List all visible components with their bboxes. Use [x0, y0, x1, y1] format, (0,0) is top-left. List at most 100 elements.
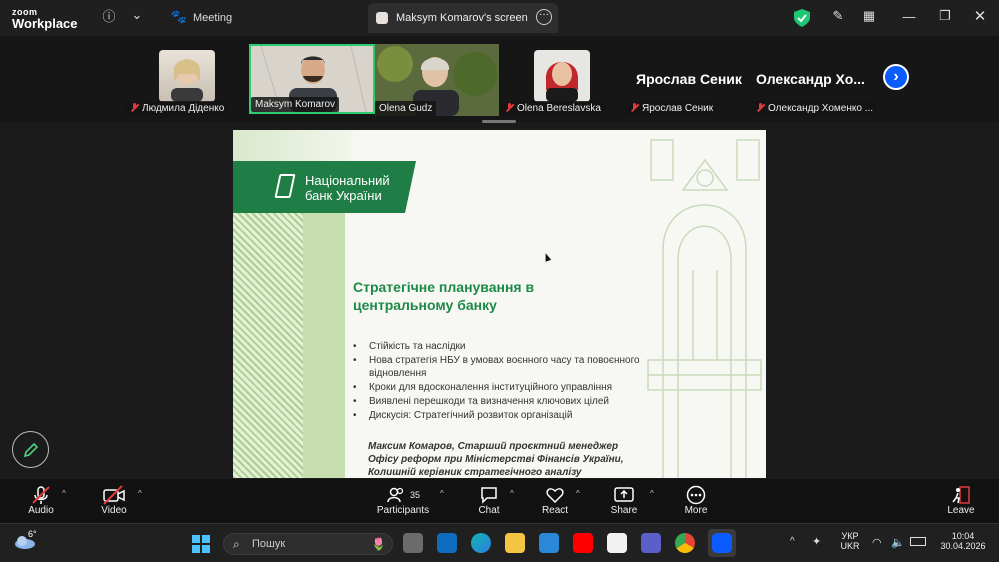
outlook-icon[interactable] [437, 533, 457, 553]
chat-options-caret[interactable]: ^ [510, 489, 514, 498]
chevron-right-icon: › [893, 68, 899, 85]
pencil-icon [23, 442, 38, 457]
participants-count: 35 [409, 490, 420, 500]
participant-name: Maksym Komarov [251, 97, 340, 112]
clock[interactable]: 10:04 30.04.2026 [936, 531, 990, 551]
minimize-icon[interactable]: — [898, 5, 920, 27]
weather-widget[interactable]: 6° [14, 529, 37, 555]
bank-name-line1: Національний [305, 173, 390, 188]
wikipedia-icon[interactable] [607, 533, 627, 553]
close-icon[interactable]: ✕ [969, 5, 991, 27]
participants-icon: 35 [372, 485, 434, 505]
restore-icon[interactable]: ❐ [934, 5, 956, 27]
tulips-icon: 🌷 [371, 537, 386, 551]
mic-muted-icon [22, 485, 60, 505]
volume-icon[interactable]: 🔈 [891, 536, 905, 549]
more-button[interactable]: More [682, 485, 710, 516]
participants-options-caret[interactable]: ^ [440, 489, 444, 498]
participant-tile-active[interactable]: Maksym Komarov [249, 44, 375, 114]
edge-icon[interactable] [471, 533, 491, 553]
react-button[interactable]: React [540, 485, 570, 516]
bullet-item: Нова стратегія НБУ в умовах воєнного час… [353, 354, 643, 380]
slide-pattern [233, 210, 303, 478]
more-dots-icon [682, 485, 710, 505]
youtube-icon[interactable] [573, 533, 593, 553]
bullet-item: Стійкість та наслідки [353, 340, 643, 353]
participant-tile[interactable]: Olena Bereslavska [501, 44, 605, 116]
file-explorer-icon[interactable] [505, 533, 525, 553]
tray-overflow-icon[interactable]: ^ [790, 536, 795, 547]
participant-tile[interactable]: Олександр Хо... Олександр Хоменко ... [750, 44, 876, 116]
view-grid-icon[interactable]: ▦ [858, 5, 880, 27]
leave-button[interactable]: Leave [946, 485, 976, 516]
screen-share-tab[interactable]: Maksym Komarov's screen ··· [368, 3, 558, 33]
share-button[interactable]: Share [608, 485, 640, 516]
meeting-label[interactable]: Meeting [193, 12, 232, 24]
chat-button[interactable]: Chat [474, 485, 504, 516]
muted-mic-icon [630, 103, 639, 112]
weather-temp: 6° [28, 529, 37, 539]
annotate-pen-icon[interactable]: ✎ [827, 5, 849, 27]
audio-button[interactable]: Audio [22, 485, 60, 516]
taskbar-search[interactable]: ⌕ Пошук 🌷 [223, 533, 393, 555]
chrome-icon[interactable] [675, 533, 695, 553]
title-bar: zoom Workplace ⓘ ⌄ 🐾 Meeting Maksym Koma… [0, 0, 999, 36]
building-illustration [647, 139, 762, 478]
screen-thumbnail-icon [376, 12, 388, 24]
wifi-icon[interactable]: ◠ [872, 536, 882, 549]
search-placeholder: Пошук [252, 538, 286, 550]
remote-cursor-icon [542, 252, 552, 262]
language-indicator[interactable]: УКР UKR [838, 531, 862, 551]
participant-display-name: Ярослав Сеник [636, 71, 742, 87]
chevron-down-icon[interactable]: ⌄ [126, 4, 148, 26]
next-page-button[interactable]: › [883, 64, 909, 90]
video-button[interactable]: Video [96, 485, 132, 516]
annotate-button[interactable] [12, 431, 49, 468]
time: 10:04 [951, 531, 975, 541]
muted-mic-icon [756, 103, 765, 112]
video-options-caret[interactable]: ^ [138, 489, 142, 498]
search-icon: ⌕ [233, 537, 240, 551]
paw-icon[interactable]: 🐾 [168, 6, 190, 28]
task-view-icon[interactable] [403, 533, 423, 553]
shield-icon[interactable] [794, 9, 810, 27]
muted-mic-icon [130, 103, 139, 112]
participant-name: Олександр Хоменко ... [752, 101, 876, 116]
react-options-caret[interactable]: ^ [576, 489, 580, 498]
windows-start-icon[interactable] [192, 535, 210, 553]
participant-tile[interactable]: Ярослав Сеник Ярослав Сеник [624, 44, 748, 116]
heart-icon [540, 485, 570, 505]
muted-mic-icon [505, 103, 514, 112]
zoom-icon [712, 533, 732, 553]
participants-button[interactable]: 35 Participants [372, 485, 434, 516]
screen-share-title: Maksym Komarov's screen [396, 12, 528, 24]
participant-name: Людмила Діденко [126, 101, 229, 116]
resize-handle[interactable] [482, 120, 516, 123]
avatar [159, 50, 215, 102]
bullet-item: Дискусія: Стратегічний розвиток організа… [353, 409, 643, 422]
bluetooth-icon[interactable]: ✦ [812, 535, 821, 548]
zoom-taskbar-active[interactable] [708, 529, 736, 557]
slide-author: Максим Комаров, Старший проєктний менедж… [368, 441, 624, 478]
shared-slide: Національний банк України Стратегічне пл… [233, 130, 766, 478]
more-options-icon[interactable]: ··· [536, 9, 552, 25]
video-off-icon [96, 485, 132, 505]
date: 30.04.2026 [940, 541, 986, 551]
store-icon[interactable] [539, 533, 559, 553]
teams-icon[interactable] [641, 533, 661, 553]
meeting-toolbar: Audio ^ Video ^ 35 Participants ^ Chat ^… [0, 479, 999, 523]
audio-options-caret[interactable]: ^ [62, 489, 66, 498]
bank-emblem-icon [274, 174, 296, 198]
participant-tile[interactable]: Olena Gudz [375, 44, 499, 116]
info-icon[interactable]: ⓘ [98, 4, 120, 26]
participant-display-name: Олександр Хо... [756, 71, 865, 87]
battery-icon[interactable] [910, 537, 926, 546]
share-screen-icon [608, 485, 640, 505]
bank-logo-banner: Національний банк України [233, 161, 416, 213]
share-options-caret[interactable]: ^ [650, 489, 654, 498]
leave-icon [946, 485, 976, 505]
participant-tile[interactable]: Людмила Діденко [126, 44, 229, 116]
chat-icon [474, 485, 504, 505]
bullet-item: Кроки для вдосконалення інституційного у… [353, 381, 643, 394]
participant-strip: Людмила Діденко Maksym Komarov Olena Gud… [0, 36, 999, 122]
